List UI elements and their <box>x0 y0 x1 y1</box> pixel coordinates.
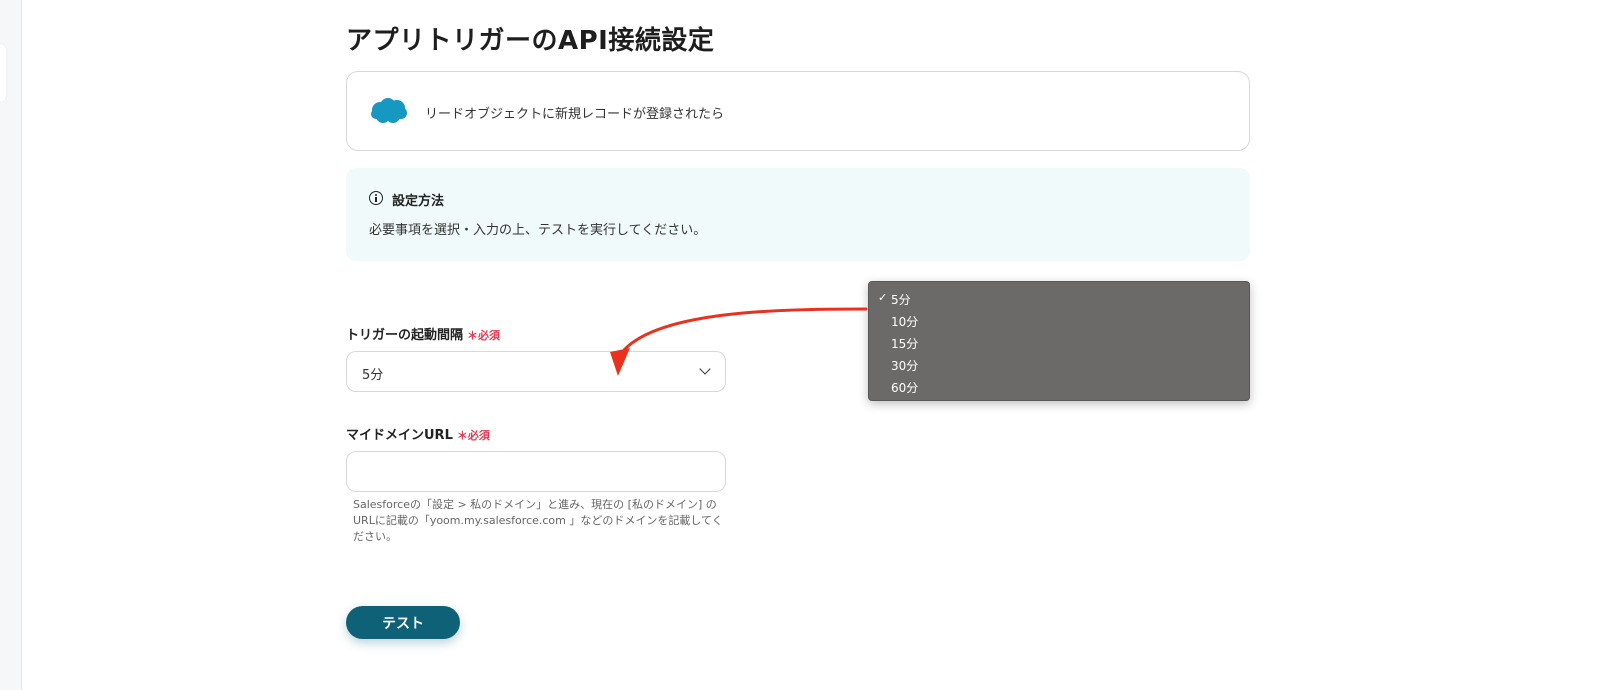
salesforce-logo-icon <box>371 98 407 123</box>
interval-label-text: トリガーの起動間隔 <box>346 328 464 343</box>
trigger-label: リードオブジェクトに新規レコードが登録されたら <box>425 107 725 122</box>
info-text: 必要事項を選択・入力の上、テストを実行してください。 <box>369 223 707 238</box>
chevron-down-icon <box>699 363 711 375</box>
domain-url-input[interactable] <box>346 451 726 492</box>
interval-select[interactable]: 5分 <box>346 351 726 392</box>
info-box: 設定方法 必要事項を選択・入力の上、テストを実行してください。 <box>346 168 1250 261</box>
page-title: アプリトリガーのAPI接続設定 <box>346 26 715 56</box>
dropdown-option-5[interactable]: 5分 <box>878 291 910 308</box>
interval-dropdown-menu: 5分 10分 15分 30分 60分 <box>868 281 1250 401</box>
required-mark: ＊必須 <box>467 329 501 342</box>
test-button[interactable]: テスト <box>346 606 460 639</box>
domain-field-label: マイドメインURL ＊必須 <box>346 424 490 443</box>
dropdown-option-60[interactable]: 60分 <box>891 379 918 396</box>
domain-label-text: マイドメインURL <box>346 428 453 443</box>
dropdown-option-10[interactable]: 10分 <box>891 313 918 330</box>
required-mark: ＊必須 <box>456 429 490 442</box>
domain-help-text: Salesforceの「設定 > 私のドメイン」と進み、現在の [私のドメイン]… <box>353 498 723 543</box>
left-rail <box>0 0 22 690</box>
dropdown-option-15[interactable]: 15分 <box>891 335 918 352</box>
info-icon <box>369 191 383 205</box>
dropdown-option-30[interactable]: 30分 <box>891 357 918 374</box>
info-title: 設定方法 <box>392 194 445 209</box>
sidebar-collapse-tab[interactable] <box>0 44 6 102</box>
interval-select-value: 5分 <box>362 368 384 383</box>
trigger-card: リードオブジェクトに新規レコードが登録されたら <box>346 71 1250 151</box>
interval-field-label: トリガーの起動間隔 ＊必須 <box>346 324 500 343</box>
